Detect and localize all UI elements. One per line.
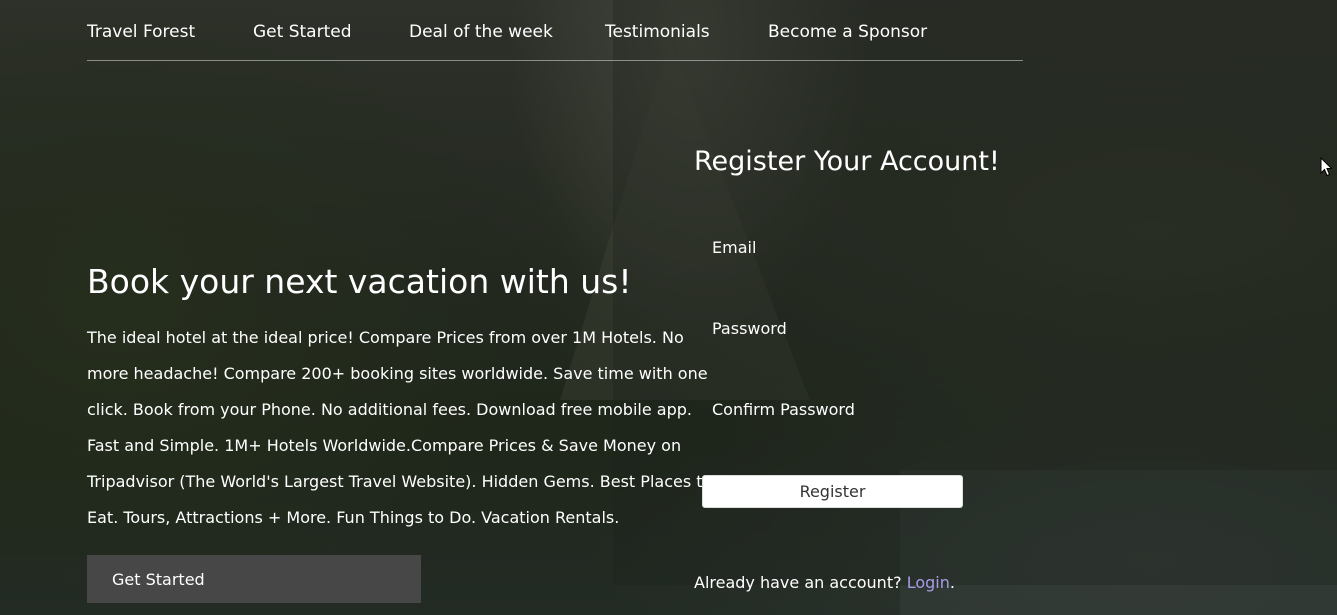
nav-item-testimonials[interactable]: Testimonials: [605, 22, 710, 42]
password-label: Password: [712, 319, 787, 338]
register-button[interactable]: Register: [702, 475, 963, 508]
mouse-pointer-icon: [1320, 156, 1333, 181]
email-label: Email: [712, 238, 757, 257]
nav-item-become-a-sponsor[interactable]: Become a Sponsor: [768, 22, 927, 42]
login-prompt: Already have an account? Login.: [694, 573, 955, 592]
hero-description: The ideal hotel at the ideal price! Comp…: [87, 328, 713, 527]
top-nav: Travel Forest Get Started Deal of the we…: [87, 0, 1023, 61]
nav-item-travel-forest[interactable]: Travel Forest: [87, 22, 195, 42]
register-title: Register Your Account!: [694, 146, 1000, 177]
nav-item-get-started[interactable]: Get Started: [253, 22, 351, 42]
password-field[interactable]: [712, 343, 966, 369]
confirm-password-field[interactable]: [712, 424, 966, 450]
get-started-button[interactable]: Get Started: [87, 555, 421, 603]
hero-title: Book your next vacation with us!: [87, 262, 632, 301]
nav-item-deal-of-the-week[interactable]: Deal of the week: [409, 22, 553, 42]
login-prompt-text: Already have an account?: [694, 573, 902, 592]
email-field[interactable]: [712, 262, 966, 288]
login-suffix: .: [949, 573, 955, 592]
confirm-password-label: Confirm Password: [712, 400, 855, 419]
login-link[interactable]: Login: [907, 573, 950, 592]
